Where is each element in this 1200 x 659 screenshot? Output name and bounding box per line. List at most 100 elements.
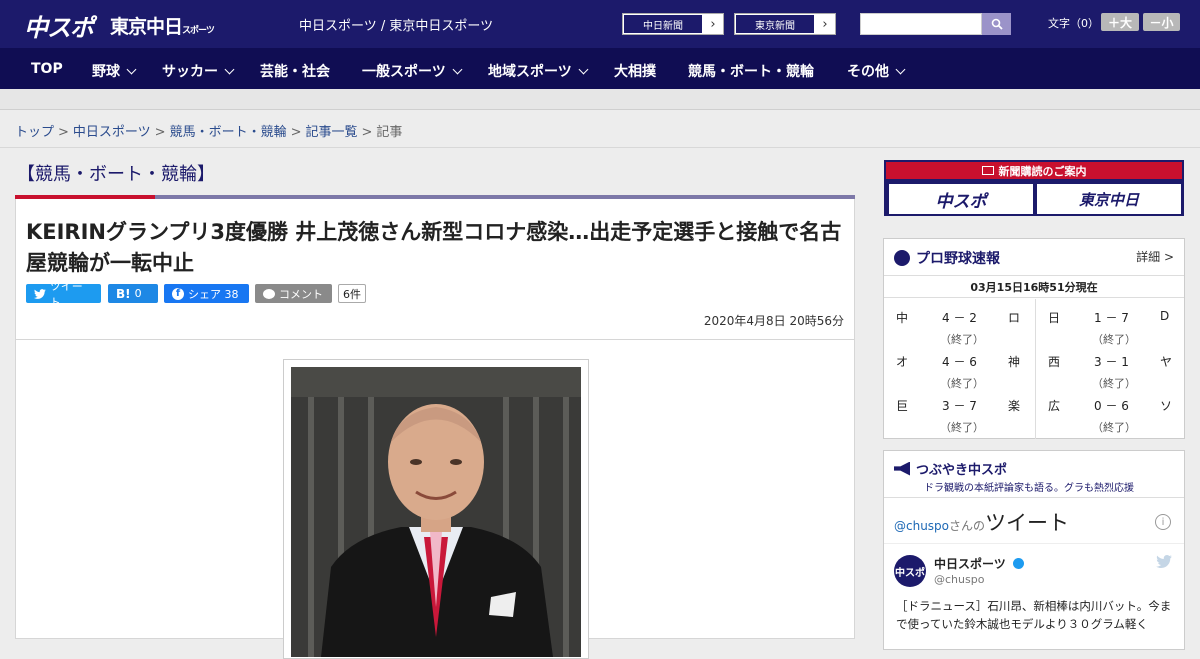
breadcrumb-racing[interactable]: 競馬・ボート・競輪 — [170, 125, 287, 140]
comment-count[interactable]: 6件 — [338, 284, 366, 303]
twitter-panel-title-text: つぶやき中スポ — [916, 463, 1008, 478]
tokyo-shimbun-label: 東京新聞 — [735, 14, 815, 34]
top-header: 中スポ 東京中日スポーツ 中日スポーツ / 東京中日スポーツ 中日新聞 › 東京… — [0, 0, 1200, 48]
away-team: オ — [896, 355, 909, 369]
breadcrumb-separator: > — [290, 125, 302, 140]
chunichi-shimbun-label: 中日新聞 — [623, 14, 703, 34]
hatena-count: 0 — [134, 287, 142, 300]
hatena-bookmark-button[interactable]: B! 0 — [108, 284, 158, 303]
breadcrumb-separator: > — [58, 125, 69, 140]
search-button[interactable] — [982, 13, 1011, 35]
nav-label: 野球 — [92, 64, 120, 80]
tweet-account-handle[interactable]: @chuspo — [934, 573, 984, 586]
avatar[interactable]: 中スポ — [894, 555, 926, 587]
nav-item-top[interactable]: TOP — [31, 61, 63, 77]
game-score[interactable]: 中 4 － 2 ロ （終了） — [884, 299, 1034, 346]
twitter-bird-icon — [34, 288, 46, 299]
score: 4 － 2 — [942, 311, 977, 325]
search-icon — [991, 18, 1003, 30]
facebook-share-label: シェア 38 — [188, 287, 239, 301]
tweet-button[interactable]: ツイート — [26, 280, 101, 309]
home-team: ソ — [1160, 399, 1173, 413]
home-team: 神 — [1008, 355, 1021, 369]
home-team: 楽 — [1008, 399, 1021, 413]
article-headline: KEIRINグランプリ3度優勝 井上茂徳さん新型コロナ感染…出走予定選手と接触で… — [26, 220, 842, 275]
breadcrumb-top[interactable]: トップ — [15, 125, 54, 140]
subscribe-tokyo-button[interactable]: 東京中日 — [1037, 184, 1181, 214]
nav-item-entertainment[interactable]: 芸能・社会 — [260, 61, 330, 81]
comment-label: コメント — [279, 287, 323, 301]
game-score[interactable]: 広 0 － 6 ソ （終了） — [1036, 387, 1186, 434]
timeline-heading: @chuspoさんのツイート — [894, 507, 1069, 537]
nav-label: 一般スポーツ — [362, 64, 446, 80]
away-team: 日 — [1048, 311, 1061, 325]
nav-item-general-sports[interactable]: 一般スポーツ — [362, 61, 463, 81]
chevron-down-icon — [126, 64, 137, 75]
baseball-panel-title: プロ野球速報 — [894, 248, 1000, 268]
nav-item-sumo[interactable]: 大相撲 — [614, 61, 656, 81]
comment-button[interactable]: コメント — [255, 284, 332, 303]
tokyo-shimbun-button[interactable]: 東京新聞 › — [734, 13, 836, 35]
font-increase-button[interactable]: ＋大 — [1101, 13, 1139, 31]
breadcrumb-article-list[interactable]: 記事一覧 — [306, 125, 358, 140]
chunichi-shimbun-button[interactable]: 中日新聞 › — [622, 13, 724, 35]
category-title: 【競馬・ボート・競輪】 — [17, 164, 215, 185]
twitter-panel-subtitle: ドラ観戦の本紙評論家も語る。グラも熱烈応援 — [924, 483, 1134, 494]
chevron-right-icon: › — [710, 16, 716, 32]
subscribe-chuspo-button[interactable]: 中スポ — [889, 184, 1033, 214]
verified-badge-icon — [1012, 558, 1024, 569]
baseball-details-link[interactable]: 詳細 > — [1136, 248, 1174, 265]
game-status: （終了） — [940, 421, 984, 434]
baseball-title-text: プロ野球速報 — [916, 251, 1000, 267]
nav-item-soccer[interactable]: サッカー — [162, 61, 235, 81]
score: 0 － 6 — [1094, 399, 1129, 413]
tokyo-chunichi-logo[interactable]: 東京中日スポーツ — [110, 12, 215, 39]
nav-label: 地域スポーツ — [488, 64, 572, 80]
game-score[interactable]: 日 1 － 7 D （終了） — [1036, 299, 1186, 346]
article-card: KEIRINグランプリ3度優勝 井上茂徳さん新型コロナ感染…出走予定選手と接触で… — [15, 199, 855, 659]
nav-item-regional-sports[interactable]: 地域スポーツ — [488, 61, 589, 81]
twitter-bird-icon[interactable] — [1156, 555, 1172, 572]
tweet-body: ［ドラニュース］石川昂、新相棒は内川バット。今まで使っていた鈴木誠也モデルより３… — [896, 599, 1172, 631]
info-icon[interactable]: i — [1155, 514, 1171, 530]
game-score[interactable]: 巨 3 － 7 楽 （終了） — [884, 387, 1034, 434]
twitter-panel: つぶやき中スポ ドラ観戦の本紙評論家も語る。グラも熱烈応援 @chuspoさんの… — [883, 450, 1185, 650]
score: 1 － 7 — [1094, 311, 1129, 325]
font-size-label: 文字（0） — [1048, 17, 1099, 30]
nav-item-racing[interactable]: 競馬・ボート・競輪 — [688, 61, 814, 81]
divider — [884, 543, 1184, 544]
baseball-scores-panel: プロ野球速報 詳細 > 03月15日16時51分現在 中 4 － 2 ロ （終了… — [883, 238, 1185, 439]
away-team: 広 — [1048, 399, 1061, 413]
sub-nav-band — [0, 89, 1200, 110]
game-score[interactable]: 西 3 － 1 ヤ （終了） — [1036, 343, 1186, 390]
nav-label: 芸能・社会 — [260, 64, 330, 80]
search-input[interactable] — [860, 13, 982, 35]
nav-item-baseball[interactable]: 野球 — [92, 61, 137, 81]
subscription-banner[interactable]: 新聞購読のご案内 中スポ 東京中日 — [884, 160, 1184, 216]
article-photo-frame — [283, 359, 589, 659]
baseball-icon — [894, 250, 910, 266]
chevron-right-icon: › — [822, 16, 828, 32]
font-decrease-button[interactable]: －小 — [1143, 13, 1180, 31]
home-team: ロ — [1008, 311, 1021, 325]
timeline-handle-suffix: さんの — [949, 519, 986, 533]
timeline-handle-link[interactable]: @chuspo — [894, 519, 949, 533]
chevron-down-icon — [895, 64, 906, 75]
tokyo-logo-small: スポーツ — [182, 26, 215, 36]
tweet-account-name[interactable]: 中日スポーツ — [934, 555, 1024, 572]
away-team: 中 — [896, 311, 909, 325]
baseball-games-left: 中 4 － 2 ロ （終了） オ 4 － 6 神 （終了） 巨 3 － 7 楽 … — [884, 299, 1034, 439]
chuspo-logo[interactable]: 中スポ — [24, 8, 94, 43]
breadcrumb: トップ > 中日スポーツ > 競馬・ボート・競輪 > 記事一覧 > 記事 — [15, 121, 402, 140]
nav-label: その他 — [847, 64, 889, 80]
site-name-link[interactable]: 中日スポーツ / 東京中日スポーツ — [299, 15, 493, 34]
nav-label: サッカー — [162, 64, 218, 80]
tokyo-logo-text: 東京中日 — [110, 16, 183, 38]
score: 3 － 7 — [942, 399, 977, 413]
hatena-icon: B! — [116, 286, 131, 301]
article-photo — [291, 367, 581, 657]
breadcrumb-chuspo[interactable]: 中日スポーツ — [73, 125, 151, 140]
nav-item-other[interactable]: その他 — [847, 61, 906, 81]
game-score[interactable]: オ 4 － 6 神 （終了） — [884, 343, 1034, 390]
facebook-share-button[interactable]: f シェア 38 — [164, 284, 249, 303]
